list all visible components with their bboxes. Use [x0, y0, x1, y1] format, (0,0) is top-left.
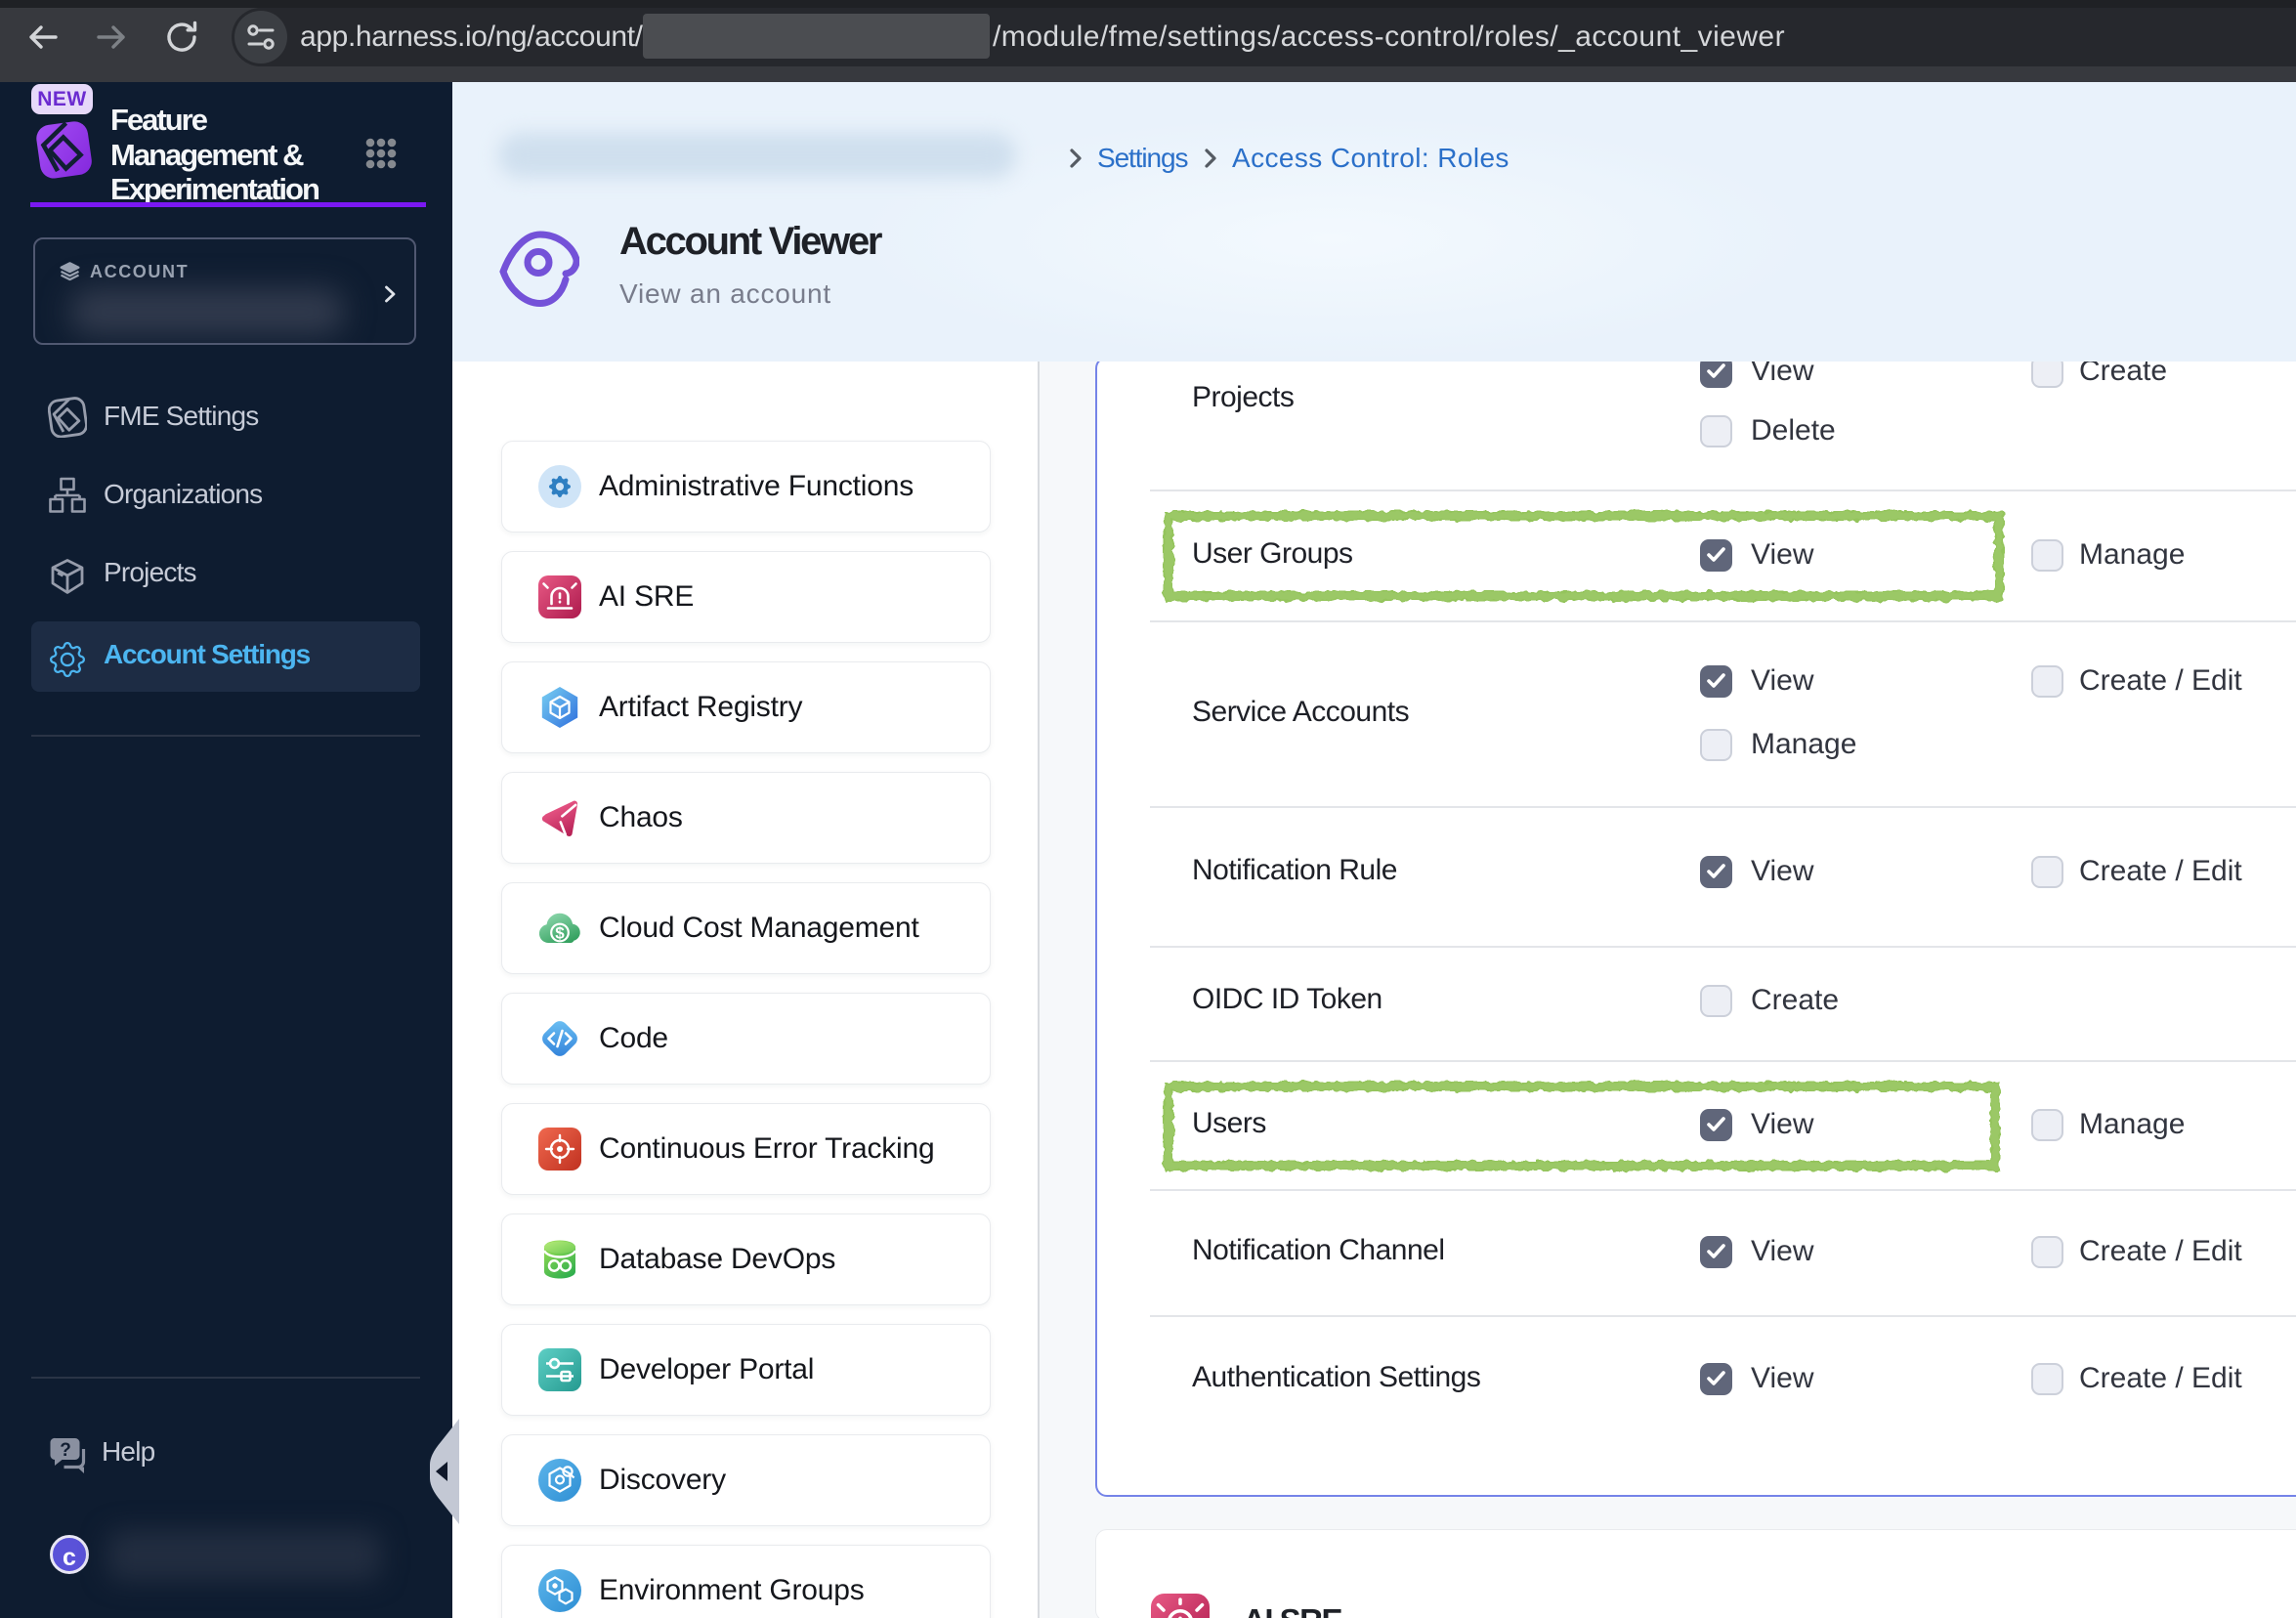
svg-text:$: $ — [555, 924, 565, 943]
svg-text:?: ? — [60, 1440, 71, 1461]
